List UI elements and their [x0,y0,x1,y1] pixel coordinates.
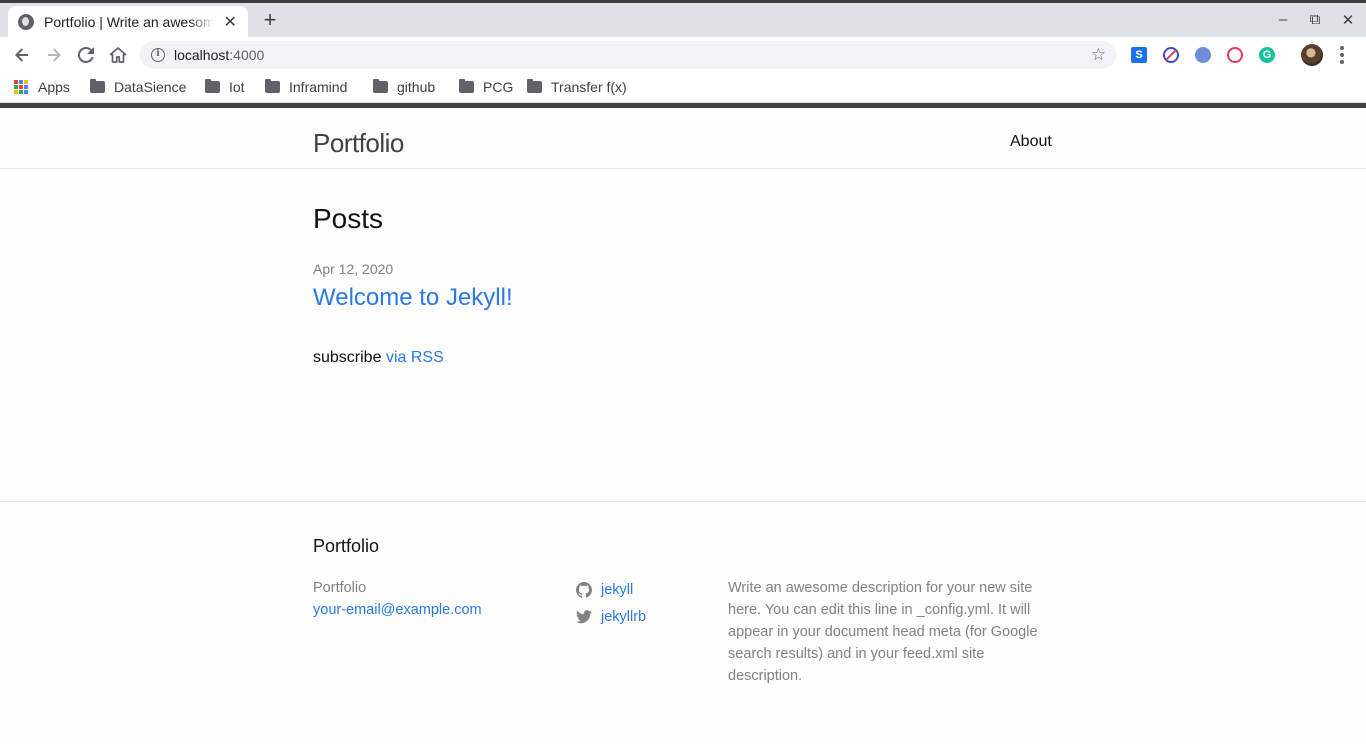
site-description: Write an awesome description for your ne… [728,580,1038,684]
footer-contact: Portfolio your-email@example.com [313,577,482,621]
grammarly-icon[interactable]: G [1259,47,1275,63]
restore-window-button[interactable]: ⧉ [1303,11,1327,31]
bookmark-label: Apps [38,79,70,95]
site-footer: Portfolio Portfolio your-email@example.c… [0,501,1366,744]
site-header: Portfolio About [0,103,1366,169]
bookmark-star-icon[interactable]: ☆ [1091,45,1106,65]
github-link[interactable]: jekyll [601,582,633,598]
post-date: Apr 12, 2020 [313,261,394,277]
bookmark-label: Inframind [289,79,348,95]
home-button[interactable] [106,43,130,67]
forward-arrow-icon [48,48,61,62]
bookmarks-bar: Apps DataSience Iot Inframind github PCG… [0,73,1366,103]
footer-name: Portfolio [313,580,367,596]
rss-subscribe: subscribe via RSS [313,349,444,367]
profile-avatar[interactable] [1301,44,1323,66]
bookmark-apps[interactable]: Apps [14,79,70,95]
tab-title: Portfolio | Write an awesome description… [44,13,215,30]
reload-icon [78,47,94,63]
github-social-item[interactable]: jekyll [576,576,646,603]
folder-icon [265,79,280,93]
browser-tab[interactable]: Portfolio | Write an awesome description… [8,6,248,37]
folder-icon [205,79,220,93]
bookmark-label: Transfer f(x) [551,79,627,95]
block-extension-icon[interactable] [1163,47,1179,63]
footer-email-link[interactable]: your-email@example.com [313,599,482,621]
url-host: localhost [174,47,230,63]
bookmark-label: PCG [483,79,514,95]
bookmark-folder-github[interactable]: github [373,79,435,95]
browser-menu-icon[interactable] [1338,46,1346,64]
reload-button[interactable] [74,43,98,67]
back-button[interactable] [10,43,34,67]
rss-link[interactable]: via RSS [386,349,444,366]
bookmark-folder-inframind[interactable]: Inframind [265,79,347,95]
site-title-link[interactable]: Portfolio [313,128,404,159]
globe-icon [18,13,34,30]
apps-grid-icon [14,80,28,94]
twitter-icon [576,609,592,623]
site-info-icon[interactable]: i [151,48,165,62]
posts-heading: Posts [313,203,384,234]
github-icon [576,581,592,598]
twitter-link[interactable]: jekyllrb [601,609,646,625]
rss-prefix: subscribe [313,349,382,366]
bookmark-label: Iot [229,79,245,95]
new-tab-button[interactable]: + [258,9,282,33]
folder-icon [527,79,542,93]
close-window-button[interactable]: ✕ [1336,11,1360,31]
leaf-extension-icon[interactable] [1195,47,1211,63]
folder-icon [90,79,105,93]
address-bar[interactable]: i localhost:4000 ☆ [140,41,1116,69]
bookmark-folder-transfer[interactable]: Transfer f(x) [527,79,627,95]
browser-toolbar: i localhost:4000 ☆ S G [0,37,1366,73]
bookmark-folder-datasience[interactable]: DataSience [90,79,186,95]
forward-button[interactable] [42,43,66,67]
bookmark-folder-pcg[interactable]: PCG [459,79,513,95]
twitter-social-item[interactable]: jekyllrb [576,603,646,630]
bookmark-label: DataSience [114,79,187,95]
footer-heading: Portfolio [313,536,380,556]
tab-bar: Portfolio | Write an awesome description… [0,3,1366,37]
spiral-extension-icon[interactable] [1227,47,1243,63]
post-title-link[interactable]: Welcome to Jekyll! [313,284,513,312]
bookmark-folder-iot[interactable]: Iot [205,79,245,95]
url-port: :4000 [229,47,265,63]
bookmark-label: github [397,79,436,95]
web-page: Portfolio About Posts Apr 12, 2020 Welco… [0,103,1366,744]
url-text[interactable]: localhost:4000 [174,47,264,63]
home-icon [109,47,127,63]
s-extension-icon[interactable]: S [1131,47,1147,63]
close-tab-icon[interactable]: ✕ [222,12,238,32]
folder-icon [373,79,388,93]
back-arrow-icon [15,48,28,62]
minimize-window-button[interactable]: – [1271,11,1295,31]
nav-about-link[interactable]: About [1010,133,1052,151]
folder-icon [459,79,474,93]
footer-social-links: jekyll jekyllrb [576,576,646,630]
